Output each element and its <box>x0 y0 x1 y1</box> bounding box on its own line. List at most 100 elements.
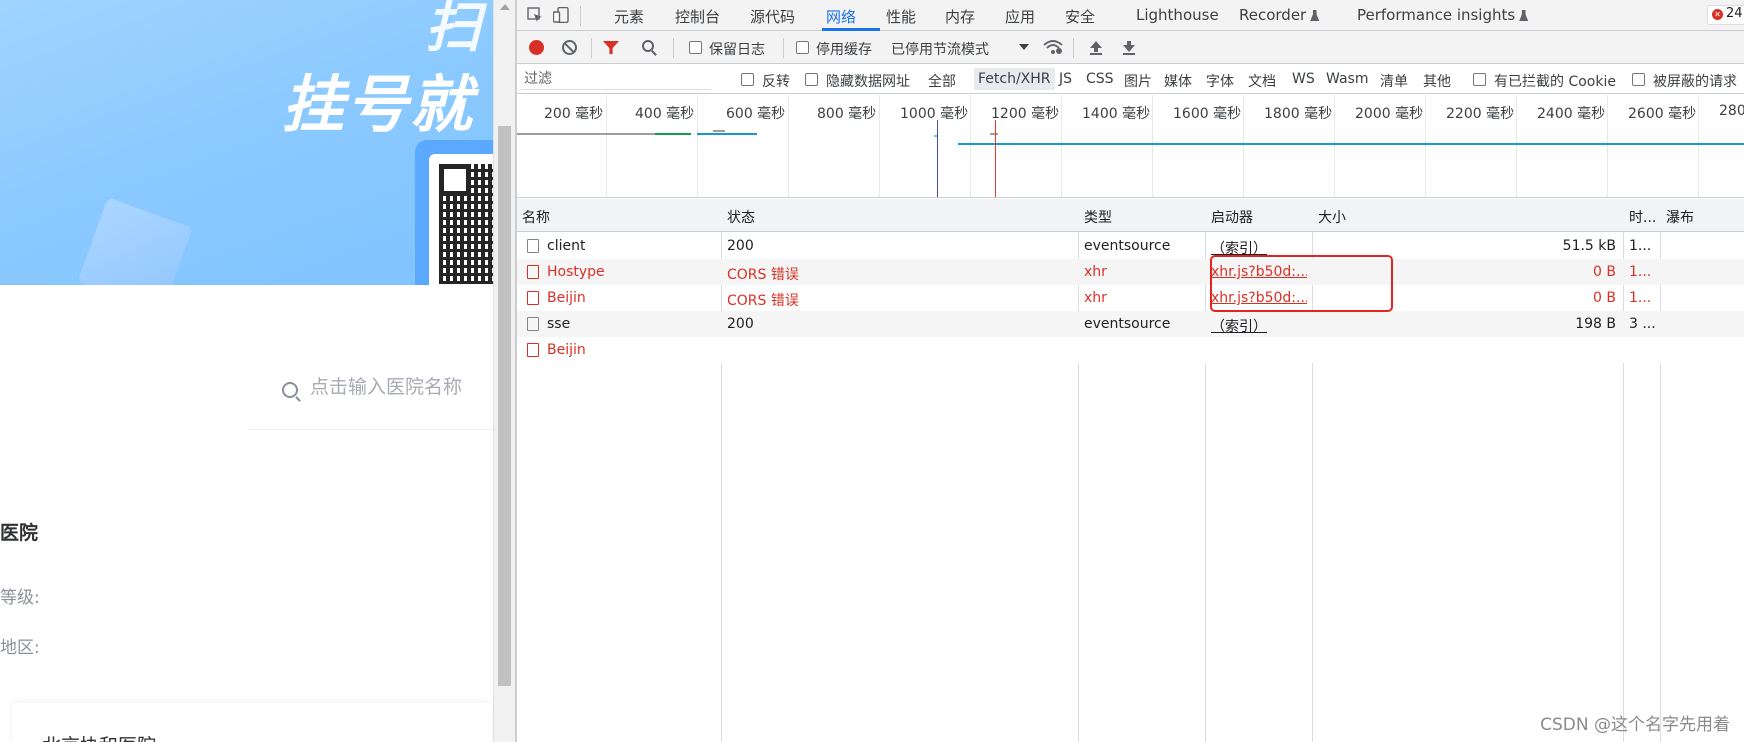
hide-data-urls-checkbox[interactable] <box>805 73 818 86</box>
overview-gridline <box>697 95 698 197</box>
hospital-card[interactable]: 北京协和医院 <box>12 703 492 742</box>
table-row[interactable]: Beijin CORS 错误 xhr xhr.js?b50d:... 0 B 1… <box>517 285 1744 311</box>
download-icon[interactable] <box>1122 40 1136 55</box>
tab-elements[interactable]: 元素 <box>614 6 644 27</box>
filter-input[interactable] <box>521 68 711 90</box>
screen: 扫 挂号就 医院 等级: 地区: 北京协和医院 <box>0 0 1744 742</box>
request-status: 200 <box>727 238 754 254</box>
error-icon: ✕ <box>1712 9 1723 20</box>
device-toolbar-icon[interactable] <box>553 7 569 23</box>
overview-tick-label: 1200 毫秒 <box>991 106 1060 122</box>
overview-gridline <box>970 95 971 197</box>
web-page: 扫 挂号就 医院 等级: 地区: 北京协和医院 <box>0 0 493 742</box>
disable-cache-label: 停用缓存 <box>816 42 872 58</box>
table-row[interactable]: Hostype CORS 错误 xhr xhr.js?b50d:... 0 B … <box>517 259 1744 285</box>
request-type-icon <box>527 317 539 331</box>
table-row[interactable]: Beijin <box>517 337 1744 363</box>
scrollbar-thumb[interactable] <box>498 126 511 686</box>
filter-type-doc[interactable]: 文档 <box>1248 71 1276 91</box>
request-name: sse <box>547 316 571 332</box>
overview-gridline <box>1061 95 1062 197</box>
blocked-cookies-label: 有已拦截的 Cookie <box>1494 74 1616 90</box>
column-header-time[interactable]: 时... <box>1629 207 1656 227</box>
request-table: 名称 状态 类型 启动器 大小 时... 瀑布 client 200 event… <box>517 199 1744 742</box>
column-header-initiator[interactable]: 启动器 <box>1211 207 1253 227</box>
request-status: 200 <box>727 316 754 332</box>
error-count-badge[interactable]: ✕ 24 <box>1707 5 1744 25</box>
devtools-panel: 元素 控制台 源代码 网络 性能 内存 应用 安全 Lighthouse Rec… <box>517 0 1744 742</box>
record-button[interactable] <box>529 40 544 55</box>
request-name: Hostype <box>547 264 605 280</box>
tab-sources[interactable]: 源代码 <box>750 6 795 27</box>
filter-type-img[interactable]: 图片 <box>1124 71 1152 91</box>
tab-recorder[interactable]: Recorder <box>1239 6 1320 24</box>
invert-checkbox[interactable] <box>741 73 754 86</box>
overview-gridline <box>1698 95 1699 197</box>
scroll-up-icon[interactable] <box>500 4 510 10</box>
tab-network[interactable]: 网络 <box>826 6 856 27</box>
page-scrollbar[interactable] <box>493 0 515 742</box>
search-icon[interactable] <box>642 40 654 52</box>
network-overview[interactable]: 200 毫秒 400 毫秒 600 毫秒 800 毫秒 1000 毫秒 1200… <box>517 95 1744 198</box>
filter-type-wasm[interactable]: Wasm <box>1326 71 1368 87</box>
overview-bar <box>697 133 757 135</box>
column-header-name[interactable]: 名称 <box>522 207 550 227</box>
tab-console[interactable]: 控制台 <box>675 6 720 27</box>
filter-type-other[interactable]: 其他 <box>1423 71 1451 91</box>
request-initiator[interactable]: （索引） <box>1211 316 1267 336</box>
filter-type-media[interactable]: 媒体 <box>1164 71 1192 91</box>
tab-performance[interactable]: 性能 <box>886 6 916 27</box>
overview-bar <box>517 133 655 135</box>
table-row[interactable]: client 200 eventsource （索引） 51.5 kB 1... <box>517 233 1744 259</box>
overview-gridline <box>1516 95 1517 197</box>
chevron-down-icon[interactable] <box>1019 44 1029 50</box>
tab-lighthouse[interactable]: Lighthouse <box>1136 6 1219 24</box>
tab-performance-insights[interactable]: Performance insights <box>1357 6 1529 24</box>
overview-gridline <box>1607 95 1608 197</box>
request-type: eventsource <box>1084 316 1171 332</box>
table-row[interactable]: sse 200 eventsource （索引） 198 B 3 ... <box>517 311 1744 337</box>
filter-type-ws[interactable]: WS <box>1292 71 1315 87</box>
filter-type-manifest[interactable]: 清单 <box>1380 71 1408 91</box>
overview-tick-label: 280 <box>1719 103 1744 119</box>
request-status: CORS 错误 <box>727 267 799 283</box>
overview-tick-label: 1000 毫秒 <box>900 106 969 122</box>
banner-decoration <box>77 197 193 285</box>
tab-application[interactable]: 应用 <box>1005 6 1035 27</box>
clear-button[interactable] <box>562 40 577 55</box>
tab-memory[interactable]: 内存 <box>945 6 975 27</box>
column-header-waterfall[interactable]: 瀑布 <box>1666 207 1694 227</box>
filter-type-font[interactable]: 字体 <box>1206 71 1234 91</box>
preserve-log-checkbox[interactable] <box>689 41 702 54</box>
separator <box>1073 38 1074 58</box>
overview-bar <box>958 143 1744 145</box>
cors-error-highlight <box>1210 255 1393 312</box>
disable-cache-checkbox[interactable] <box>796 41 809 54</box>
throttling-select[interactable]: 已停用节流模式 <box>891 39 989 59</box>
network-conditions-icon[interactable] <box>1043 39 1063 55</box>
overview-gridline <box>1425 95 1426 197</box>
request-name: Beijin <box>547 342 586 358</box>
inspect-element-icon[interactable] <box>527 7 543 23</box>
banner-title: 挂号就 <box>282 68 475 141</box>
filter-type-fetch-xhr[interactable]: Fetch/XHR <box>974 68 1055 90</box>
column-header-type[interactable]: 类型 <box>1084 207 1112 227</box>
overview-bar <box>990 133 998 135</box>
hospital-search-input[interactable] <box>310 376 493 398</box>
search-icon <box>282 382 298 398</box>
blocked-cookies-checkbox[interactable] <box>1473 73 1486 86</box>
blocked-requests-checkbox[interactable] <box>1632 73 1645 86</box>
column-header-size[interactable]: 大小 <box>1318 207 1346 227</box>
upload-icon[interactable] <box>1089 40 1103 55</box>
tab-security[interactable]: 安全 <box>1065 6 1095 27</box>
hospital-search[interactable] <box>248 372 493 430</box>
qr-card <box>415 140 493 285</box>
filter-type-all[interactable]: 全部 <box>928 71 956 91</box>
column-header-status[interactable]: 状态 <box>727 207 755 227</box>
overview-tick-label: 2600 毫秒 <box>1628 106 1697 122</box>
filter-icon[interactable] <box>603 41 619 54</box>
watermark: CSDN @这个名字先用着 <box>1540 715 1730 735</box>
request-type: xhr <box>1084 290 1107 306</box>
filter-type-css[interactable]: CSS <box>1086 71 1114 87</box>
filter-type-js[interactable]: JS <box>1059 71 1072 87</box>
